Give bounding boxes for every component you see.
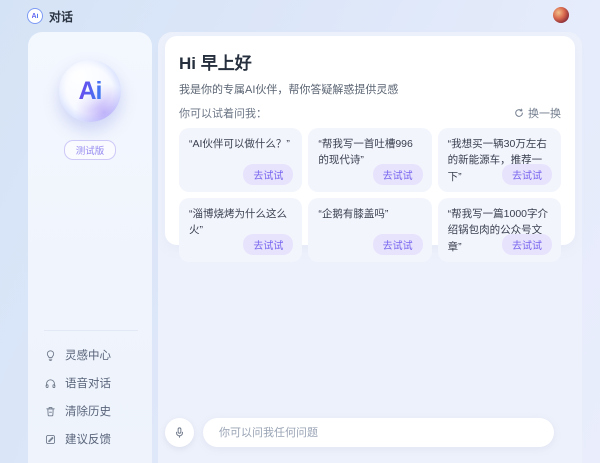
sidebar-item-label: 建议反馈 — [65, 431, 111, 447]
try-button[interactable]: 去试试 — [373, 164, 423, 185]
ai-logo-text: Ai — [79, 77, 102, 106]
suggestion-card[interactable]: “帮我写一篇1000字介绍锅包肉的公众号文章” 去试试 — [438, 198, 561, 262]
app-logo-icon: Ai — [27, 8, 43, 24]
suggestion-card[interactable]: “AI伙伴可以做什么？” 去试试 — [179, 128, 302, 192]
feedback-icon — [44, 433, 57, 446]
suggestions-hint: 你可以试着问我： — [179, 105, 267, 121]
welcome-card: Hi 早上好 我是你的专属AI伙伴，帮你答疑解惑提供灵感 你可以试着问我： 换一… — [165, 36, 575, 245]
greeting-subtitle: 我是你的专属AI伙伴，帮你答疑解惑提供灵感 — [179, 81, 561, 97]
trash-icon — [44, 405, 57, 418]
suggestion-card[interactable]: “帮我写一首吐槽996的现代诗” 去试试 — [308, 128, 431, 192]
try-button[interactable]: 去试试 — [243, 164, 293, 185]
mic-button[interactable] — [165, 418, 194, 447]
sidebar-item-voice-chat[interactable]: 语音对话 — [44, 369, 152, 397]
sidebar-divider — [44, 330, 138, 331]
suggestion-card[interactable]: “我想买一辆30万左右的新能源车，推荐一下” 去试试 — [438, 128, 561, 192]
app-title: 对话 — [49, 8, 73, 25]
refresh-icon — [514, 108, 524, 118]
refresh-label: 换一换 — [528, 105, 561, 121]
suggestion-text: “AI伙伴可以做什么？” — [189, 136, 292, 152]
try-button[interactable]: 去试试 — [373, 234, 423, 255]
sidebar-item-clear-history[interactable]: 清除历史 — [44, 397, 152, 425]
refresh-button[interactable]: 换一换 — [514, 105, 561, 121]
suggestion-grid: “AI伙伴可以做什么？” 去试试 “帮我写一首吐槽996的现代诗” 去试试 “我… — [179, 128, 561, 262]
try-button[interactable]: 去试试 — [243, 234, 293, 255]
input-row — [165, 418, 554, 447]
sidebar-menu: 灵感中心 语音对话 清除历史 建议反馈 — [28, 320, 152, 463]
try-button[interactable]: 去试试 — [502, 234, 552, 255]
suggestion-card[interactable]: “企鹅有膝盖吗” 去试试 — [308, 198, 431, 262]
sidebar-item-label: 清除历史 — [65, 403, 111, 419]
sidebar: Ai 测试版 灵感中心 语音对话 — [28, 32, 152, 463]
main-panel: Hi 早上好 我是你的专属AI伙伴，帮你答疑解惑提供灵感 你可以试着问我： 换一… — [158, 32, 582, 463]
beta-badge: 测试版 — [64, 140, 117, 160]
sidebar-item-feedback[interactable]: 建议反馈 — [44, 425, 152, 453]
sidebar-item-label: 语音对话 — [65, 375, 111, 391]
user-avatar[interactable] — [553, 7, 569, 23]
top-bar: Ai 对话 — [0, 0, 600, 32]
lightbulb-icon — [44, 349, 57, 362]
suggestion-card[interactable]: “淄博烧烤为什么这么火” 去试试 — [179, 198, 302, 262]
greeting-title: Hi 早上好 — [179, 49, 561, 74]
headphones-icon — [44, 377, 57, 390]
sidebar-item-label: 灵感中心 — [65, 347, 111, 363]
microphone-icon — [173, 426, 186, 439]
message-input[interactable] — [203, 418, 554, 447]
try-button[interactable]: 去试试 — [502, 164, 552, 185]
sidebar-item-inspiration-center[interactable]: 灵感中心 — [44, 341, 152, 369]
ai-logo-sphere: Ai — [59, 60, 121, 122]
suggestion-text: “企鹅有膝盖吗” — [318, 206, 421, 222]
